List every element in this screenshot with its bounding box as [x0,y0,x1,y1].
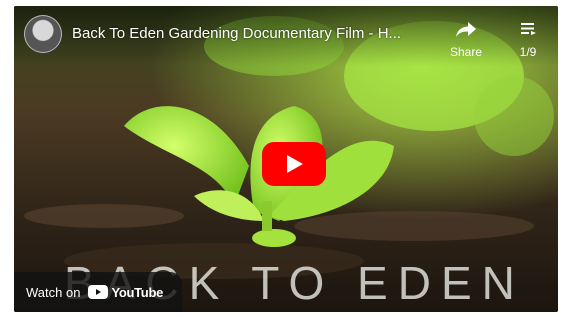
share-arrow-icon [456,22,476,37]
watch-on-youtube-button[interactable]: Watch on YouTube [14,272,182,312]
youtube-wordmark: YouTube [111,284,164,300]
video-player[interactable]: Back To Eden Gardening Documentary Film … [14,6,558,312]
video-title[interactable]: Back To Eden Gardening Documentary Film … [72,25,401,42]
youtube-logo: YouTube [88,285,163,300]
play-icon [287,155,303,173]
channel-avatar[interactable] [24,15,62,53]
playlist-button[interactable]: 1/9 [510,20,546,59]
playlist-icon [521,23,536,35]
share-label: Share [449,45,483,59]
play-button[interactable] [262,142,326,186]
playlist-position: 1/9 [519,45,537,59]
watch-on-label: Watch on [26,284,81,300]
share-button[interactable]: Share [444,20,488,59]
youtube-logo-icon [88,285,109,299]
